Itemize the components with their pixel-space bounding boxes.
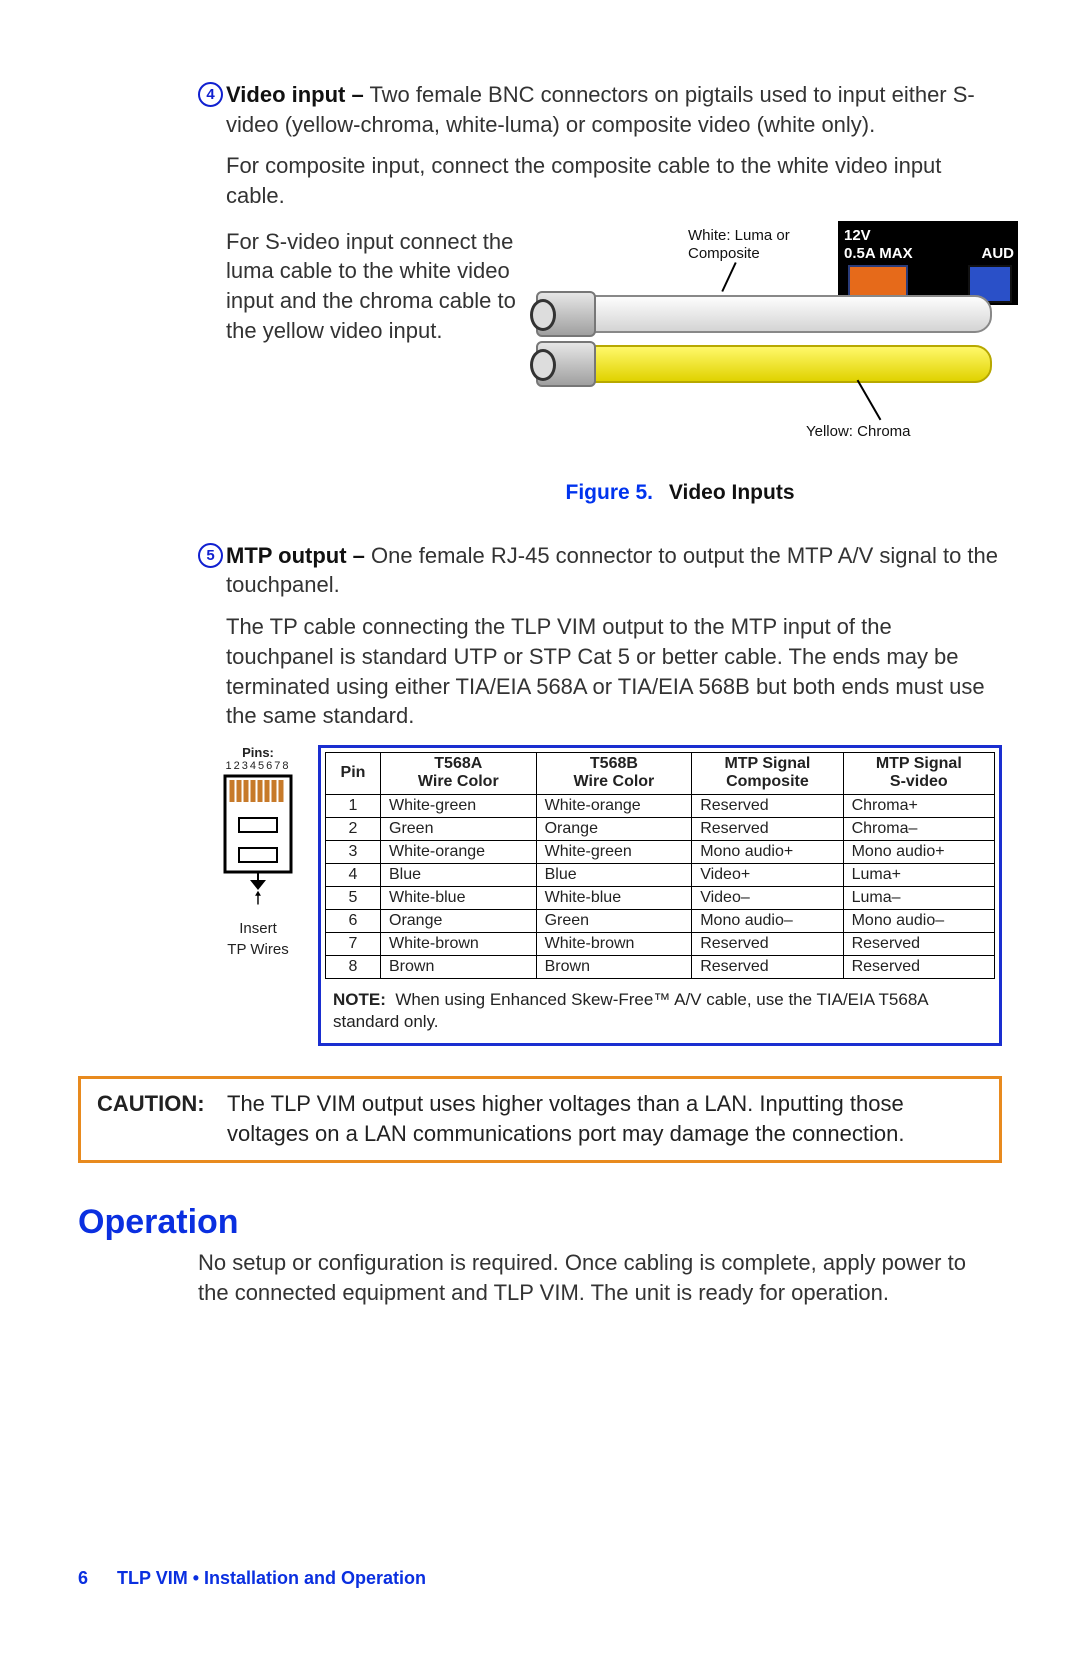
cell-t568a: White-green	[381, 794, 537, 817]
cell-t568b: Blue	[536, 863, 692, 886]
cable-yellow	[558, 345, 992, 383]
cell-t568b: Brown	[536, 955, 692, 978]
cell-t568b: White-green	[536, 840, 692, 863]
cell-mtp-svideo: Chroma+	[843, 794, 994, 817]
page-footer: 6 TLP VIM • Installation and Operation	[78, 1568, 1002, 1589]
figure5-caption: Figure 5. Video Inputs	[358, 481, 1002, 505]
cell-pin: 6	[326, 909, 381, 932]
rj45-icon	[219, 772, 297, 890]
item-number-5: 5	[198, 543, 223, 568]
table-row: 4BlueBlueVideo+Luma+	[326, 863, 995, 886]
cell-pin: 3	[326, 840, 381, 863]
item4-title: Video input –	[226, 82, 364, 107]
cell-mtp-svideo: Chroma–	[843, 817, 994, 840]
figure-video-inputs: 12V 0.5A MAX AUD White: Luma or Composit…	[558, 227, 998, 457]
cell-t568a: Green	[381, 817, 537, 840]
cell-t568b: White-orange	[536, 794, 692, 817]
table-row: 3White-orangeWhite-greenMono audio+Mono …	[326, 840, 995, 863]
th-pin: Pin	[326, 752, 381, 794]
cell-mtp-composite: Reserved	[692, 955, 843, 978]
heading-operation: Operation	[78, 1203, 1002, 1242]
bnc-connector-yellow	[536, 341, 596, 387]
cell-mtp-svideo: Mono audio+	[843, 840, 994, 863]
item5-title: MTP output –	[226, 543, 365, 568]
th-t568b: T568B Wire Color	[536, 752, 692, 794]
cell-t568a: Blue	[381, 863, 537, 886]
pinout-note: NOTE: When using Enhanced Skew-Free™ A/V…	[325, 979, 995, 1035]
table-row: 8BrownBrownReservedReserved	[326, 955, 995, 978]
cell-t568a: White-blue	[381, 886, 537, 909]
cell-t568a: White-brown	[381, 932, 537, 955]
th-t568a: T568A Wire Color	[381, 752, 537, 794]
operation-body: No setup or configuration is required. O…	[198, 1248, 1002, 1307]
th-mtpc: MTP Signal Composite	[692, 752, 843, 794]
caution-box: CAUTION: The TLP VIM output uses higher …	[78, 1076, 1002, 1163]
cell-t568b: Orange	[536, 817, 692, 840]
cell-mtp-svideo: Luma–	[843, 886, 994, 909]
cell-mtp-svideo: Reserved	[843, 932, 994, 955]
table-row: 5White-blueWhite-blueVideo–Luma–	[326, 886, 995, 909]
pinout-table: Pin T568A Wire Color T568B Wire Color MT…	[325, 752, 995, 979]
cell-mtp-composite: Reserved	[692, 794, 843, 817]
cell-t568a: Brown	[381, 955, 537, 978]
table-row: 2GreenOrangeReservedChroma–	[326, 817, 995, 840]
footer-title: TLP VIM • Installation and Operation	[117, 1568, 426, 1588]
item5-para2: The TP cable connecting the TLP VIM outp…	[78, 612, 1002, 731]
panel-05a-label: 0.5A MAX	[844, 245, 913, 262]
cell-pin: 2	[326, 817, 381, 840]
cell-mtp-svideo: Reserved	[843, 955, 994, 978]
page-number: 6	[78, 1568, 112, 1589]
table-row: 1White-greenWhite-orangeReservedChroma+	[326, 794, 995, 817]
caution-text: The TLP VIM output uses higher voltages …	[227, 1089, 983, 1148]
cell-t568b: Green	[536, 909, 692, 932]
cell-mtp-composite: Mono audio+	[692, 840, 843, 863]
cell-t568a: Orange	[381, 909, 537, 932]
cell-mtp-svideo: Luma+	[843, 863, 994, 886]
rj45-diagram: Pins: 12345678	[198, 745, 318, 1046]
th-mtps: MTP Signal S-video	[843, 752, 994, 794]
cell-mtp-composite: Video–	[692, 886, 843, 909]
table-row: 6OrangeGreenMono audio–Mono audio–	[326, 909, 995, 932]
pinout-table-wrap: Pin T568A Wire Color T568B Wire Color MT…	[318, 745, 1002, 1046]
item4-para2: For composite input, connect the composi…	[78, 151, 1002, 210]
device-panel: 12V 0.5A MAX AUD	[838, 221, 1018, 305]
cell-t568b: White-brown	[536, 932, 692, 955]
cell-pin: 5	[326, 886, 381, 909]
bnc-connector-white	[536, 291, 596, 337]
table-row: 7White-brownWhite-brownReservedReserved	[326, 932, 995, 955]
cell-mtp-composite: Video+	[692, 863, 843, 886]
list-item-4: 4 Video input – Two female BNC connector…	[78, 80, 1002, 139]
cell-mtp-composite: Reserved	[692, 932, 843, 955]
cell-pin: 1	[326, 794, 381, 817]
cell-t568b: White-blue	[536, 886, 692, 909]
cell-pin: 8	[326, 955, 381, 978]
cell-pin: 4	[326, 863, 381, 886]
panel-aud-label: AUD	[982, 245, 1015, 262]
cell-mtp-svideo: Mono audio–	[843, 909, 994, 932]
list-item-5: 5 MTP output – One female RJ-45 connecto…	[78, 541, 1002, 600]
cable-white	[558, 295, 992, 333]
caution-label: CAUTION:	[97, 1089, 227, 1148]
label-white-cable: White: Luma or Composite	[688, 227, 790, 263]
label-yellow-cable: Yellow: Chroma	[806, 423, 911, 441]
item4-para3: For S-video input connect the luma cable…	[226, 227, 558, 457]
cell-t568a: White-orange	[381, 840, 537, 863]
item-number-4: 4	[198, 82, 223, 107]
cell-pin: 7	[326, 932, 381, 955]
panel-12v-label: 12V	[844, 227, 871, 244]
cell-mtp-composite: Mono audio–	[692, 909, 843, 932]
cell-mtp-composite: Reserved	[692, 817, 843, 840]
